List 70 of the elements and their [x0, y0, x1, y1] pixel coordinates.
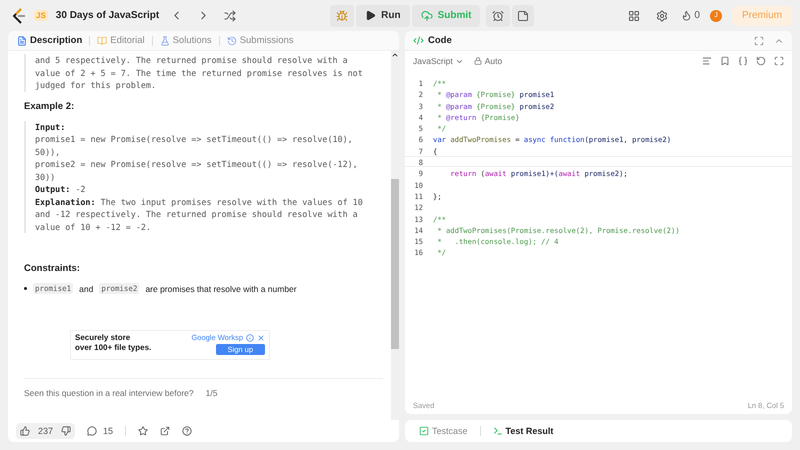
constraints-heading: Constraints: — [24, 263, 81, 274]
fullscreen-icon[interactable] — [754, 36, 764, 46]
panel-tab[interactable]: Solutions — [156, 35, 215, 46]
close-icon[interactable] — [257, 334, 265, 342]
panel-tab[interactable]: Description — [14, 35, 86, 46]
info-icon[interactable] — [246, 334, 254, 342]
example-text: promise2 = new Promise(resolve => setTimeout(() => resolve(-12), — [35, 158, 359, 170]
js-badge: JS — [34, 10, 48, 21]
console-tab[interactable]: Test Result — [486, 425, 560, 437]
example-heading: Example 2: — [24, 100, 76, 112]
star-icon[interactable] — [138, 426, 148, 436]
thumbs-down-icon[interactable] — [61, 426, 72, 436]
panel-tab[interactable]: Editorial — [94, 35, 148, 46]
problem-list-title[interactable]: 30 Days of JavaScript — [56, 10, 160, 21]
logo-icon[interactable] — [12, 8, 26, 24]
example-text: and -12 respectively. The returned promise should resolve with a — [35, 208, 359, 220]
play-icon — [365, 10, 376, 21]
thumbs-up-icon[interactable] — [20, 426, 30, 436]
alarm-clock-icon[interactable] — [486, 4, 510, 26]
panel-title: Code — [428, 35, 452, 46]
share-icon[interactable] — [160, 426, 170, 436]
example-text: judged for this problem. — [35, 79, 158, 92]
input-label: Input: — [35, 120, 66, 133]
flame-icon[interactable] — [681, 10, 692, 21]
language-dropdown[interactable]: JavaScript — [413, 56, 464, 66]
constraint-text: and — [79, 284, 94, 294]
note-icon[interactable] — [512, 4, 534, 26]
expand-icon[interactable] — [774, 56, 784, 66]
streak-count: 0 — [694, 10, 700, 21]
premium-button[interactable]: Premium — [732, 6, 792, 26]
braces-icon[interactable] — [738, 56, 748, 66]
run-button[interactable]: Run — [356, 4, 410, 26]
scrollbar[interactable] — [391, 51, 399, 420]
comment-count: 15 — [103, 426, 114, 436]
bullet-icon — [24, 287, 27, 290]
comment-icon[interactable] — [87, 426, 98, 436]
interview-question: Seen this question in a real interview before? — [24, 388, 194, 398]
example-text: promise1 = new Promise(resolve => setTimeout(() => resolve(10), — [35, 133, 354, 146]
constraint-text: are promises that resolve with a number — [145, 284, 297, 294]
code-icon — [413, 35, 424, 46]
ad-text: over 100+ file types. — [75, 343, 152, 352]
reset-icon[interactable] — [756, 56, 766, 66]
scroll-up-icon[interactable] — [391, 51, 399, 59]
panel-tab[interactable]: Submissions — [224, 35, 297, 46]
ad-text: Securely store — [75, 333, 130, 342]
cloud-upload-icon — [420, 10, 433, 22]
question-counter: 1/5 — [206, 388, 218, 398]
example-text: The two input promises resolve with the values of 10 — [100, 196, 363, 206]
book-icon — [97, 36, 108, 46]
lock-icon — [474, 57, 482, 65]
output-label: Output: — [35, 184, 70, 194]
bookmark-icon[interactable] — [720, 56, 730, 66]
example-text: 50)), — [35, 146, 62, 158]
checkbox-icon — [419, 426, 429, 436]
document-icon — [17, 36, 27, 46]
console-tab[interactable]: Testcase — [413, 425, 474, 437]
example-text: and 5 respectively. The returned promise should resolve with a — [35, 54, 349, 66]
submit-button[interactable]: Submit — [412, 4, 480, 26]
example-text: value of 10 + -12 = -2. — [35, 220, 152, 233]
explanation-label: Explanation: — [35, 196, 96, 206]
terminal-icon — [492, 426, 503, 436]
format-icon[interactable] — [702, 56, 712, 66]
like-count: 237 — [38, 426, 54, 436]
flask-icon — [160, 36, 170, 46]
history-icon — [226, 36, 237, 46]
help-icon[interactable] — [182, 426, 192, 436]
mode-label[interactable]: Auto — [484, 56, 502, 66]
example-text: 30)) — [35, 170, 56, 183]
output-value: -2 — [75, 184, 86, 194]
example-text: value of 2 + 5 = 7. The time the returned promise resolves is not — [35, 66, 364, 79]
